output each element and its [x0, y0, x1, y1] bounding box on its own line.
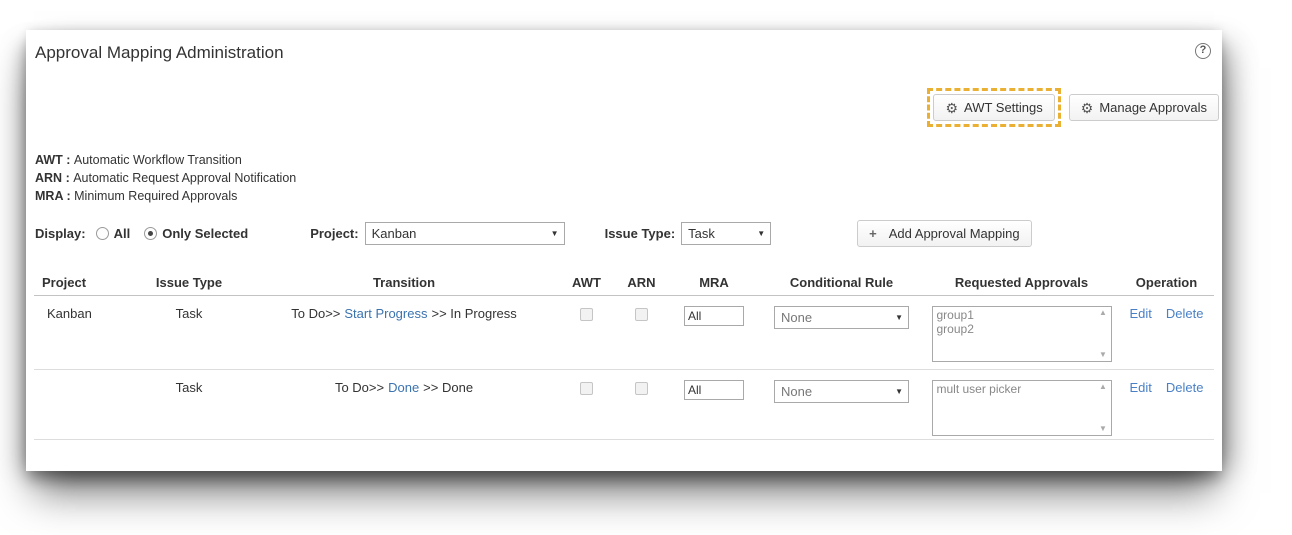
cell-project: [34, 370, 129, 439]
help-icon[interactable]: ?: [1195, 43, 1211, 59]
radio-button-icon[interactable]: [96, 227, 109, 240]
radio-button-icon[interactable]: [144, 227, 157, 240]
header-project: Project: [34, 270, 129, 295]
transition-from: To Do>>: [335, 380, 384, 395]
display-radio-only-selected[interactable]: Only Selected: [144, 226, 248, 241]
mra-input[interactable]: [684, 306, 744, 326]
radio-all-label: All: [114, 226, 131, 241]
issue-type-select[interactable]: Task ▼: [681, 222, 771, 245]
conditional-rule-select[interactable]: None ▼: [774, 306, 909, 329]
manage-approvals-button[interactable]: ⚙ Manage Approvals: [1069, 94, 1219, 121]
requested-approvals-listbox[interactable]: group1 group2 ▲ ▼: [932, 306, 1112, 362]
awt-checkbox[interactable]: [580, 382, 593, 395]
scroll-down-icon[interactable]: ▼: [1099, 351, 1107, 359]
listbox-scrollbar[interactable]: ▲ ▼: [1096, 381, 1111, 435]
transition-link[interactable]: Start Progress: [344, 306, 427, 321]
table-row: Task To Do>> Done >> Done None ▼: [34, 370, 1214, 440]
project-select[interactable]: Kanban ▼: [365, 222, 565, 245]
gear-icon: ⚙: [945, 101, 958, 115]
radio-only-selected-label: Only Selected: [162, 226, 248, 241]
chevron-down-icon: ▼: [895, 313, 903, 322]
awt-checkbox[interactable]: [580, 308, 593, 321]
header-mra: MRA: [669, 270, 759, 295]
cell-transition: To Do>> Start Progress >> In Progress: [249, 296, 559, 369]
awt-settings-label: AWT Settings: [964, 100, 1043, 115]
add-approval-mapping-label: Add Approval Mapping: [889, 226, 1020, 241]
header-operation: Operation: [1119, 270, 1214, 295]
toolbar: ⚙ AWT Settings ⚙ Manage Approvals: [927, 88, 1219, 127]
plus-icon: +: [869, 226, 877, 241]
chevron-down-icon: ▼: [757, 229, 765, 238]
conditional-rule-value: None: [781, 310, 812, 325]
requested-approvals-listbox[interactable]: mult user picker ▲ ▼: [932, 380, 1112, 436]
requested-approvals-values: group1 group2: [933, 307, 1096, 361]
scroll-up-icon[interactable]: ▲: [1099, 309, 1107, 317]
legend-line-arn: ARN : Automatic Request Approval Notific…: [35, 169, 296, 187]
page-title: Approval Mapping Administration: [35, 43, 284, 63]
mra-input[interactable]: [684, 380, 744, 400]
cell-issue-type: Task: [129, 370, 249, 439]
scroll-up-icon[interactable]: ▲: [1099, 383, 1107, 391]
transition-from: To Do>>: [291, 306, 340, 321]
listbox-scrollbar[interactable]: ▲ ▼: [1096, 307, 1111, 361]
issue-type-select-value: Task: [688, 226, 715, 241]
cell-transition: To Do>> Done >> Done: [249, 370, 559, 439]
header-requested-approvals: Requested Approvals: [924, 270, 1119, 295]
header-conditional-rule: Conditional Rule: [759, 270, 924, 295]
transition-to: >> In Progress: [431, 306, 516, 321]
transition-to: >> Done: [423, 380, 473, 395]
approval-mapping-table: Project Issue Type Transition AWT ARN MR…: [34, 270, 1214, 440]
awt-settings-highlight-box: ⚙ AWT Settings: [927, 88, 1060, 127]
issue-type-label: Issue Type:: [605, 226, 676, 241]
manage-approvals-label: Manage Approvals: [1099, 100, 1207, 115]
transition-link[interactable]: Done: [388, 380, 419, 395]
filter-bar: Display: All Only Selected Project: Kanb…: [35, 220, 1032, 247]
arn-checkbox[interactable]: [635, 308, 648, 321]
table-row: Kanban Task To Do>> Start Progress >> In…: [34, 296, 1214, 370]
legend-line-mra: MRA : Minimum Required Approvals: [35, 187, 296, 205]
scroll-down-icon[interactable]: ▼: [1099, 425, 1107, 433]
delete-link[interactable]: Delete: [1166, 306, 1204, 321]
chevron-down-icon: ▼: [551, 229, 559, 238]
project-select-value: Kanban: [372, 226, 417, 241]
edit-link[interactable]: Edit: [1130, 306, 1152, 321]
gear-icon: ⚙: [1081, 101, 1094, 115]
header-issue-type: Issue Type: [129, 270, 249, 295]
header-awt: AWT: [559, 270, 614, 295]
header-arn: ARN: [614, 270, 669, 295]
chevron-down-icon: ▼: [895, 387, 903, 396]
header-transition: Transition: [249, 270, 559, 295]
cell-issue-type: Task: [129, 296, 249, 369]
add-approval-mapping-button[interactable]: + Add Approval Mapping: [857, 220, 1031, 247]
abbreviation-legend: AWT : Automatic Workflow Transition ARN …: [35, 151, 296, 205]
delete-link[interactable]: Delete: [1166, 380, 1204, 395]
display-radio-all[interactable]: All: [96, 226, 131, 241]
display-label: Display:: [35, 226, 86, 241]
cell-project: Kanban: [34, 296, 129, 369]
awt-settings-button[interactable]: ⚙ AWT Settings: [933, 94, 1054, 121]
project-label: Project:: [310, 226, 358, 241]
screenshot-stage: Approval Mapping Administration ? ⚙ AWT …: [0, 0, 1292, 535]
conditional-rule-value: None: [781, 384, 812, 399]
edit-link[interactable]: Edit: [1130, 380, 1152, 395]
legend-line-awt: AWT : Automatic Workflow Transition: [35, 151, 296, 169]
table-header-row: Project Issue Type Transition AWT ARN MR…: [34, 270, 1214, 296]
requested-approvals-values: mult user picker: [933, 381, 1096, 435]
approval-mapping-admin-panel: Approval Mapping Administration ? ⚙ AWT …: [26, 30, 1222, 471]
arn-checkbox[interactable]: [635, 382, 648, 395]
conditional-rule-select[interactable]: None ▼: [774, 380, 909, 403]
